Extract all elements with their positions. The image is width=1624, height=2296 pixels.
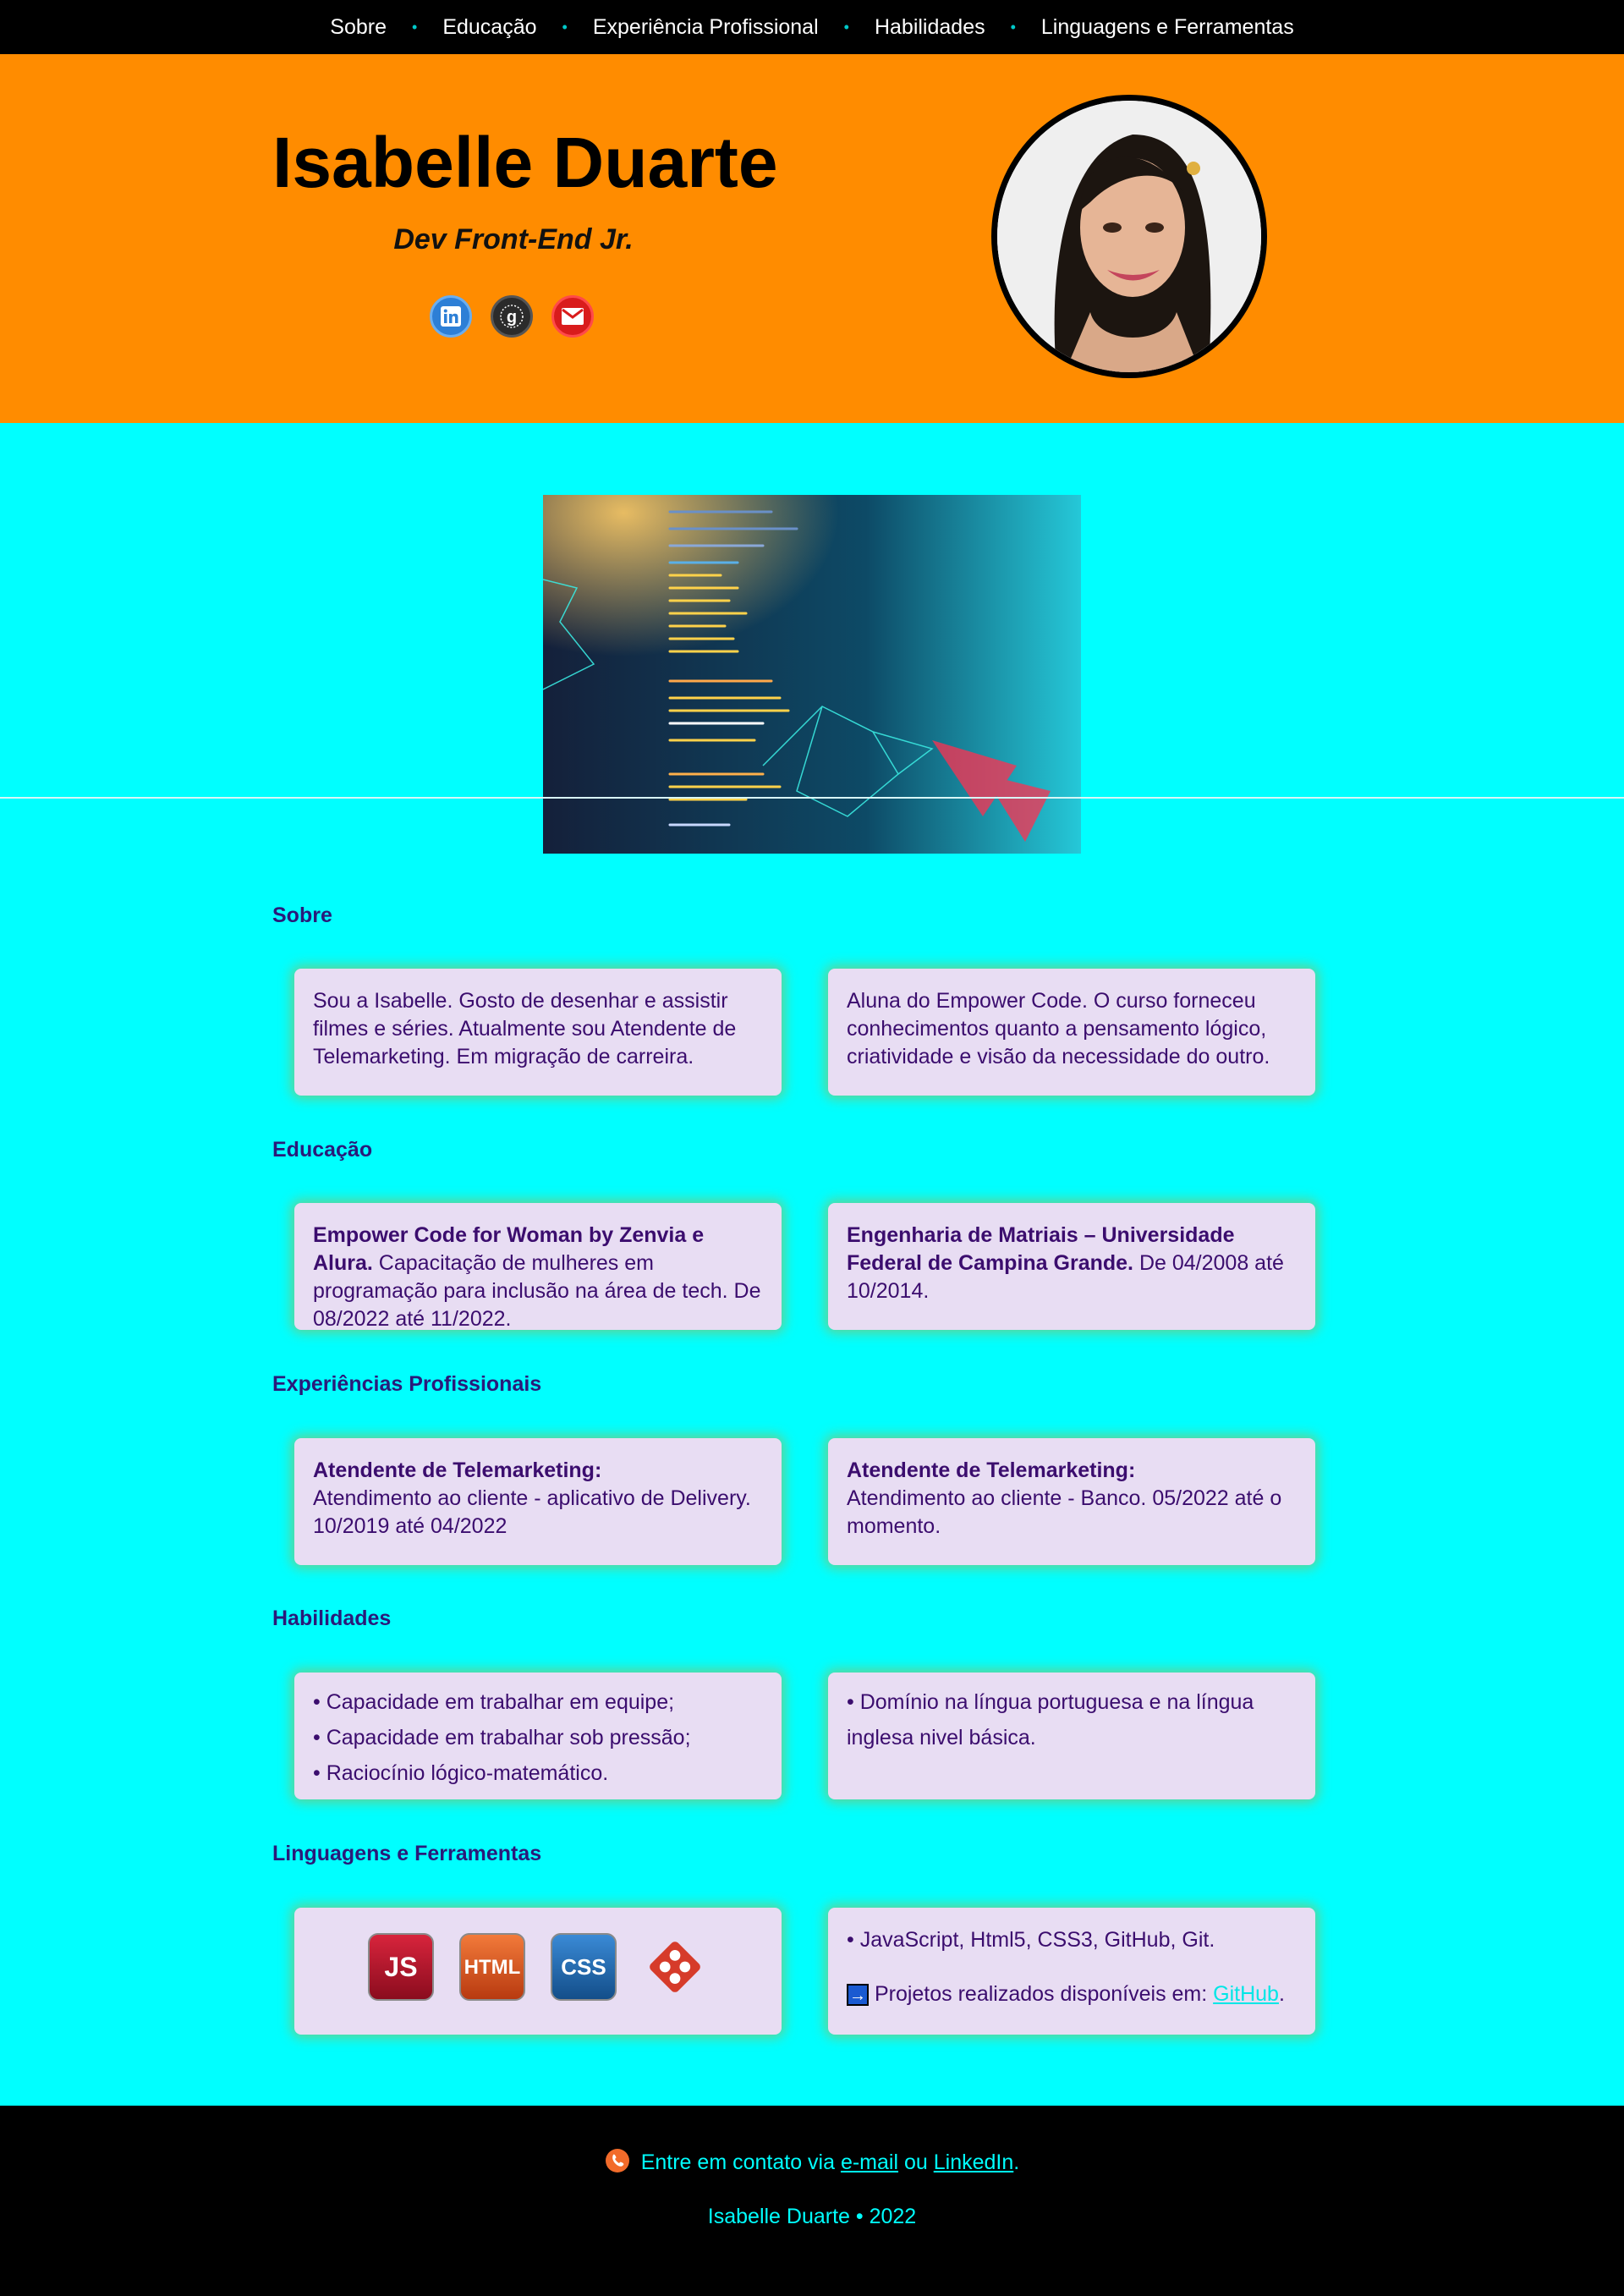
javascript-icon: JS [368,1933,434,2001]
projects-suffix: . [1278,1982,1285,2006]
hero-header: Isabelle Duarte Dev Front-End Jr. g [0,54,1624,423]
card-tech-text: • JavaScript, Html5, CSS3, GitHub, Git. … [828,1908,1315,2035]
card-text: Atendente de Telemarketing: Atendimento a… [847,1457,1297,1541]
list-item: • Raciocínio lógico-matemático. [313,1761,609,1785]
card-educacao-2: Engenharia de Matriais – Universidade Fe… [828,1203,1315,1330]
nav-separator: • [843,18,849,36]
phone-icon [605,2148,630,2179]
html-icon: HTML [459,1933,525,2001]
list-item: • Domínio na língua portuguesa e na líng… [847,1690,1254,1749]
nav-link-linguagens[interactable]: Linguagens e Ferramentas [1034,15,1301,40]
nav-separator: • [1010,18,1016,36]
card-text: Empower Code for Woman by Zenvia e Alura… [313,1222,763,1330]
contact-suffix: . [1013,2150,1020,2175]
card-experiencia-2: Atendente de Telemarketing: Atendimento a… [828,1438,1315,1565]
arrow-right-icon: → [847,1984,869,2007]
css-icon: CSS [551,1933,617,2001]
footer-contact: Entre em contato via e-mail ou LinkedIn. [0,2148,1624,2179]
nav-separator: • [412,18,418,36]
code-banner-image [543,495,1081,854]
git-icon [642,1933,708,2001]
section-title-educacao: Educação [272,1138,373,1162]
card-tech-badges: JS HTML CSS [294,1908,782,2035]
svg-text:g: g [507,308,517,327]
email-link[interactable]: e-mail [841,2150,898,2174]
contact-prefix: Entre em contato via [634,2150,841,2175]
footer-copyright: Isabelle Duarte • 2022 [707,2205,917,2228]
card-detail: Atendimento ao cliente - Banco. 05/2022 … [847,1486,1282,1538]
list-item: • Capacidade em trabalhar em equipe; [313,1690,675,1714]
card-educacao-1: Empower Code for Woman by Zenvia e Alura… [294,1203,782,1330]
card-text: Atendente de Telemarketing: Atendimento a… [313,1457,763,1541]
card-bold: Atendente de Telemarketing: [313,1458,602,1482]
hero-name: Isabelle Duarte [272,123,778,202]
card-sobre-2: Aluna do Empower Code. O curso forneceu … [828,969,1315,1096]
tools-list: • JavaScript, Html5, CSS3, GitHub, Git. [847,1928,1215,1952]
linkedin-icon[interactable] [430,295,472,338]
nav-separator: • [562,18,568,36]
projects-line: → Projetos realizados disponíveis em: Gi… [847,1980,1297,2008]
card-experiencia-1: Atendente de Telemarketing: Atendimento a… [294,1438,782,1565]
gmail-icon[interactable] [551,295,594,338]
footer: Entre em contato via e-mail ou LinkedIn.… [0,2106,1624,2296]
github-icon[interactable]: g [491,295,533,338]
card-detail: Capacitação de mulheres em programação p… [313,1251,761,1330]
card-habilidades-2: • Domínio na língua portuguesa e na líng… [828,1673,1315,1799]
card-text: Aluna do Empower Code. O curso forneceu … [847,989,1270,1068]
section-title-habilidades: Habilidades [272,1607,392,1630]
section-title-experiencias: Experiências Profissionais [272,1372,542,1396]
section-title-linguagens: Linguagens e Ferramentas [272,1842,542,1865]
card-habilidades-1: • Capacidade em trabalhar em equipe; • C… [294,1673,782,1799]
card-sobre-1: Sou a Isabelle. Gosto de desenhar e assi… [294,969,782,1096]
nav-link-habilidades[interactable]: Habilidades [868,15,992,40]
nav-link-sobre[interactable]: Sobre [323,15,393,40]
card-bold: Atendente de Telemarketing: [847,1458,1136,1482]
social-links: g [430,295,594,338]
hero-role: Dev Front-End Jr. [393,223,634,255]
nav-link-educacao[interactable]: Educação [436,15,543,40]
linkedin-link[interactable]: LinkedIn [934,2150,1014,2174]
projects-prefix: Projetos realizados disponíveis em: [869,1982,1214,2006]
top-nav: Sobre • Educação • Experiência Profissio… [0,0,1624,54]
tech-badges: JS HTML CSS [313,1933,763,2001]
card-text: Sou a Isabelle. Gosto de desenhar e assi… [313,989,737,1068]
profile-avatar [991,95,1267,378]
nav-link-experiencia[interactable]: Experiência Profissional [586,15,826,40]
card-text: Engenharia de Matriais – Universidade Fe… [847,1222,1297,1305]
section-title-sobre: Sobre [272,904,332,927]
list-item: • Capacidade em trabalhar sob pressão; [313,1726,691,1749]
card-detail: Atendimento ao cliente - aplicativo de D… [313,1486,751,1538]
divider [0,797,1624,799]
contact-mid: ou [898,2150,934,2175]
github-link[interactable]: GitHub [1213,1982,1279,2006]
